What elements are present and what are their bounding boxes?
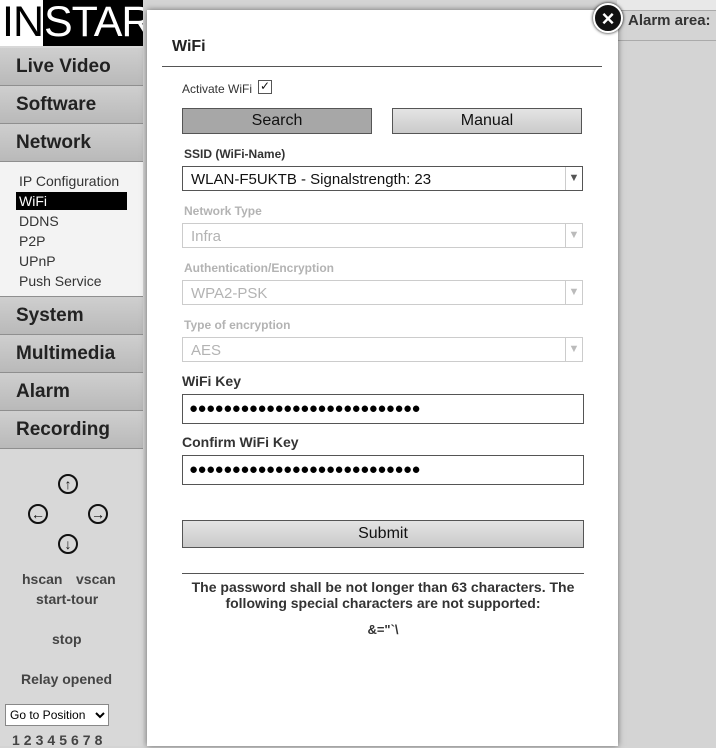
close-icon[interactable]: ×: [593, 3, 623, 33]
encryption-type-select: AES ▼: [182, 337, 583, 362]
network-type-value: Infra: [191, 228, 222, 245]
logo-part-2: STAR: [44, 0, 143, 46]
wifi-key-label: WiFi Key: [182, 373, 241, 389]
chevron-down-icon: ▼: [565, 167, 582, 190]
activate-wifi-label: Activate WiFi: [182, 82, 253, 96]
ssid-select[interactable]: WLAN-F5UKTB - Signalstrength: 23 ▼: [182, 166, 583, 191]
submenu-item-upnp[interactable]: UPnP: [16, 252, 127, 270]
network-type-select: Infra ▼: [182, 223, 583, 248]
menu-item-network[interactable]: Network: [0, 124, 143, 162]
logo-part-1: IN: [2, 0, 44, 46]
hscan-link[interactable]: hscan: [22, 571, 62, 587]
menu-item-multimedia[interactable]: Multimedia: [0, 335, 143, 373]
submenu-item-ip-configuration[interactable]: IP Configuration: [16, 172, 127, 190]
title-divider: [162, 66, 602, 67]
encryption-type-value: AES: [191, 342, 222, 359]
submenu-item-ddns[interactable]: DDNS: [16, 212, 127, 230]
menu-item-recording[interactable]: Recording: [0, 411, 143, 449]
main-menu: Live Video Software Network IP Configura…: [0, 48, 143, 449]
confirm-wifi-key-input[interactable]: ●●●●●●●●●●●●●●●●●●●●●●●●●●●: [182, 455, 584, 485]
submit-button[interactable]: Submit: [182, 520, 584, 548]
arrow-right-icon[interactable]: →: [88, 504, 108, 524]
chevron-down-icon: ▼: [565, 338, 582, 361]
footer-divider: [182, 573, 584, 574]
submenu-item-wifi[interactable]: WiFi: [16, 192, 127, 210]
go-to-position-select[interactable]: Go to Position: [5, 704, 109, 726]
arrow-left-icon[interactable]: ←: [28, 504, 48, 524]
background-divider: [617, 40, 716, 41]
unsupported-characters: &="`\: [367, 622, 399, 637]
ssid-label: SSID (WiFi-Name): [184, 147, 286, 161]
background-header: [617, 0, 716, 11]
ssid-value: WLAN-F5UKTB - Signalstrength: 23: [191, 171, 432, 188]
menu-item-system[interactable]: System: [0, 297, 143, 335]
wifi-key-input[interactable]: ●●●●●●●●●●●●●●●●●●●●●●●●●●●: [182, 394, 584, 424]
confirm-wifi-key-label: Confirm WiFi Key: [182, 434, 299, 450]
chevron-down-icon: ▼: [565, 281, 582, 304]
ptz-control-panel: ↑ ← → ↓ hscan vscan start-tour stop Rela…: [0, 460, 143, 748]
chevron-down-icon: ▼: [565, 224, 582, 247]
menu-item-live-video[interactable]: Live Video: [0, 48, 143, 86]
arrow-up-icon[interactable]: ↑: [58, 474, 78, 494]
submenu-item-push-service[interactable]: Push Service: [16, 272, 127, 290]
wifi-dialog: WiFi Activate WiFi ✓ Search Manual SSID …: [147, 10, 618, 746]
sidebar: IN STAR Live Video Software Network IP C…: [0, 0, 143, 748]
encryption-type-label: Type of encryption: [184, 318, 291, 332]
authentication-value: WPA2-PSK: [191, 285, 268, 302]
manual-button[interactable]: Manual: [392, 108, 582, 134]
authentication-label: Authentication/Encryption: [184, 261, 334, 275]
network-type-label: Network Type: [184, 204, 262, 218]
menu-item-software[interactable]: Software: [0, 86, 143, 124]
instar-logo[interactable]: IN STAR: [0, 0, 143, 46]
network-submenu: IP Configuration WiFi DDNS P2P UPnP Push…: [0, 162, 143, 297]
start-tour-link[interactable]: start-tour: [36, 591, 98, 607]
submenu-item-p2p[interactable]: P2P: [16, 232, 127, 250]
arrow-down-icon[interactable]: ↓: [58, 534, 78, 554]
menu-item-alarm[interactable]: Alarm: [0, 373, 143, 411]
dialog-title: WiFi: [172, 38, 206, 55]
vscan-link[interactable]: vscan: [76, 571, 116, 587]
activate-wifi-checkbox[interactable]: ✓: [258, 80, 272, 94]
stop-link[interactable]: stop: [52, 631, 82, 647]
alarm-area-label: Alarm area:: [628, 12, 711, 29]
authentication-select: WPA2-PSK ▼: [182, 280, 583, 305]
relay-status-link[interactable]: Relay opened: [21, 671, 112, 687]
password-note: The password shall be not longer than 63…: [191, 579, 575, 611]
search-button[interactable]: Search: [182, 108, 372, 134]
